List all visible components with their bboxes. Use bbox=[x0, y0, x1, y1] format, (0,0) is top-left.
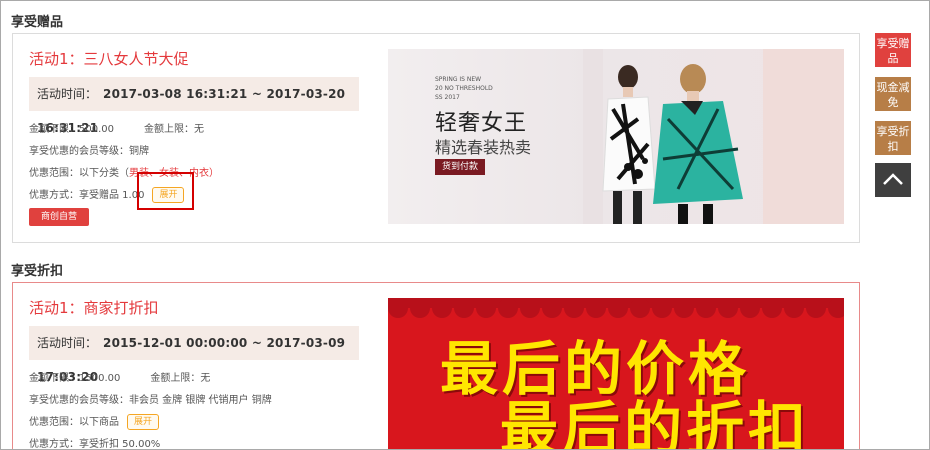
banner-line1: 最后的价格 bbox=[440, 335, 751, 403]
promo-card-gift: 活动1：三八女人节大促 活动时间： 2017-03-08 16:31:21 ~ 2… bbox=[12, 33, 860, 243]
banner-scallop-decor bbox=[388, 298, 844, 318]
method-text: 优惠方式：享受折扣 50.00% bbox=[29, 439, 161, 450]
min-amount: 金额下限：1500.00 bbox=[29, 373, 121, 384]
promo-banner-final-price[interactable]: 最后的价格 最后的折扣 bbox=[388, 298, 844, 450]
expand-button[interactable]: 展开 bbox=[127, 414, 160, 430]
banner-cta: 货到付款 bbox=[435, 159, 485, 175]
sidebar-gift-tab[interactable]: 享受赠品 bbox=[875, 33, 911, 67]
banner-headline: 轻奢女王 bbox=[435, 111, 528, 136]
discount-section-title: 享受折扣 bbox=[11, 264, 64, 279]
sidebar-discount-tab[interactable]: 享受折扣 bbox=[875, 121, 911, 155]
time-label: 活动时间： bbox=[37, 87, 98, 101]
promo-name: 活动1：商家打折扣 bbox=[29, 299, 159, 317]
scope-label: 优惠范围：以下分类（ bbox=[29, 168, 129, 179]
max-amount: 金额上限：无 bbox=[150, 373, 211, 384]
banner-subline: 精选春装热卖 bbox=[435, 138, 532, 157]
max-amount: 金额上限：无 bbox=[144, 124, 204, 135]
promo-banner-fashion[interactable]: SPRING IS NEW 20 NO THRESHOLD SS 2017 轻奢… bbox=[388, 49, 844, 224]
member-level: 享受优惠的会员等级：铜牌 bbox=[29, 146, 149, 157]
scope-suffix: ） bbox=[209, 168, 219, 179]
promo-time-box: 活动时间： 2015-12-01 00:00:00 ~ 2017-03-09 17… bbox=[29, 326, 359, 384]
time-label: 活动时间： bbox=[37, 336, 98, 350]
member-level: 享受优惠的会员等级：非会员 金牌 银牌 代销用户 铜牌 bbox=[29, 395, 272, 406]
promo-time-box: 活动时间： 2017-03-08 16:31:21 ~ 2017-03-20 16… bbox=[29, 77, 359, 135]
promotions-panel: 享受赠品 活动1：三八女人节大促 活动时间： 2017-03-08 16:31:2… bbox=[0, 0, 930, 450]
method-text: 优惠方式：享受赠品 1.00 bbox=[29, 190, 145, 201]
banner-line2: 最后的折扣 bbox=[500, 395, 811, 450]
highlight-expand-box bbox=[137, 172, 194, 210]
models-illustration bbox=[583, 49, 844, 224]
chevron-up-icon bbox=[883, 173, 903, 185]
gifts-section-title: 享受赠品 bbox=[11, 15, 64, 30]
min-amount: 金额下限：500.00 bbox=[29, 124, 114, 135]
shop-button[interactable]: 商创自营 bbox=[29, 208, 89, 226]
promo-card-discount: 活动1：商家打折扣 活动时间： 2015-12-01 00:00:00 ~ 201… bbox=[12, 282, 860, 450]
sidebar-cash-tab[interactable]: 现金减免 bbox=[875, 77, 911, 111]
banner-small-text: SPRING IS NEW 20 NO THRESHOLD SS 2017 bbox=[435, 76, 493, 101]
back-to-top-button[interactable] bbox=[875, 163, 911, 197]
amount-row: 金额下限：1500.00 金额上限：无 bbox=[29, 369, 210, 384]
scope-text: 优惠范围：以下商品 bbox=[29, 417, 119, 428]
scope-row: 优惠范围：以下商品 展开 bbox=[29, 413, 160, 430]
promo-name: 活动1：三八女人节大促 bbox=[29, 50, 189, 68]
amount-row: 金额下限：500.00 金额上限：无 bbox=[29, 120, 204, 135]
